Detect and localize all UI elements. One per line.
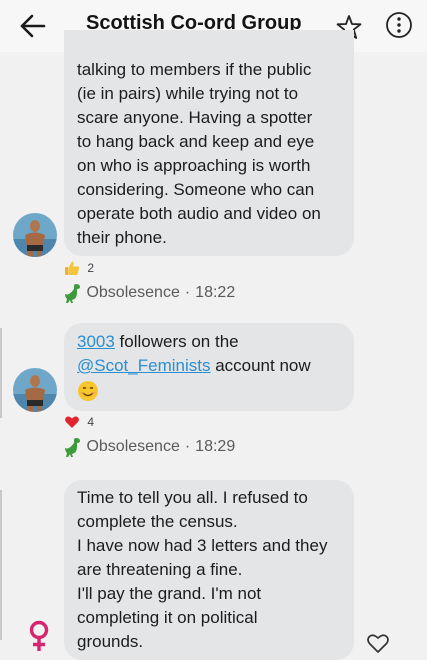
back-arrow-icon bbox=[20, 14, 46, 38]
message-time: 18:22 bbox=[195, 284, 236, 301]
message-text-line: operate both audio and video on bbox=[77, 204, 321, 223]
message-text-line: 3003 followers on the bbox=[77, 332, 239, 351]
message-text-line: talking to members if the public bbox=[77, 60, 312, 79]
message-text-line: completing it on political bbox=[77, 608, 258, 627]
heart-icon bbox=[65, 416, 79, 428]
message-text-line: scare anyone. Having a spotter bbox=[77, 108, 313, 127]
message-text-line bbox=[77, 378, 311, 402]
message-bubble[interactable]: talking to members if the public (ie in … bbox=[64, 30, 354, 256]
reaction-count: 4 bbox=[87, 415, 95, 429]
female-symbol-icon bbox=[26, 620, 52, 651]
message-text-line: are threatening a fine. bbox=[77, 560, 243, 579]
message-text-line: considering. Someone who can bbox=[77, 180, 315, 199]
dinosaur-icon bbox=[65, 438, 80, 457]
avatar[interactable] bbox=[13, 368, 57, 412]
smiling-face-icon bbox=[78, 380, 98, 401]
dinosaur-icon bbox=[65, 284, 80, 303]
message-text-line: I have now had 3 letters and they bbox=[77, 536, 328, 555]
message-meta: Obsolesence · 18:29 bbox=[64, 437, 235, 457]
more-options-button[interactable] bbox=[385, 11, 413, 39]
message-text-line: their phone. bbox=[77, 228, 167, 247]
sender-name[interactable]: Obsolesence bbox=[86, 284, 179, 301]
reaction-count: 2 bbox=[87, 261, 95, 275]
more-vertical-icon bbox=[386, 12, 412, 38]
meta-separator: · bbox=[184, 284, 191, 301]
message-text-line: @Scot_Feminists account now bbox=[77, 356, 311, 375]
message-bubble[interactable]: 3003 followers on the @Scot_Feminists ac… bbox=[64, 323, 354, 411]
back-button[interactable] bbox=[18, 12, 48, 40]
scroll-edge bbox=[0, 490, 2, 640]
message-meta: Obsolesence · 18:22 bbox=[64, 283, 235, 303]
message-text-line: complete the census. bbox=[77, 512, 238, 531]
message-text-line: to hang back and keep and eye bbox=[77, 132, 315, 151]
mention-link[interactable]: @Scot_Feminists bbox=[77, 356, 210, 375]
message-time: 18:29 bbox=[195, 438, 236, 455]
scroll-edge bbox=[0, 328, 2, 418]
message-text-line: I'll pay the grand. I'm not bbox=[77, 584, 262, 603]
message-text-line: (ie in pairs) while trying not to bbox=[77, 84, 299, 103]
meta-separator: · bbox=[184, 438, 191, 455]
reaction-badge[interactable]: 4 bbox=[64, 414, 94, 430]
message-text-line: on who is approaching is worth bbox=[77, 156, 311, 175]
message-text-line: grounds. bbox=[77, 632, 144, 651]
sender-name[interactable]: Obsolesence bbox=[86, 438, 179, 455]
thumbs-up-icon bbox=[65, 261, 80, 275]
message-bubble[interactable]: Time to tell you all. I refused to compl… bbox=[64, 480, 354, 660]
message-text-line: Time to tell you all. I refused to bbox=[77, 488, 308, 507]
count-link[interactable]: 3003 bbox=[77, 332, 115, 351]
reaction-badge[interactable]: 2 bbox=[64, 260, 94, 276]
avatar[interactable] bbox=[13, 213, 57, 257]
